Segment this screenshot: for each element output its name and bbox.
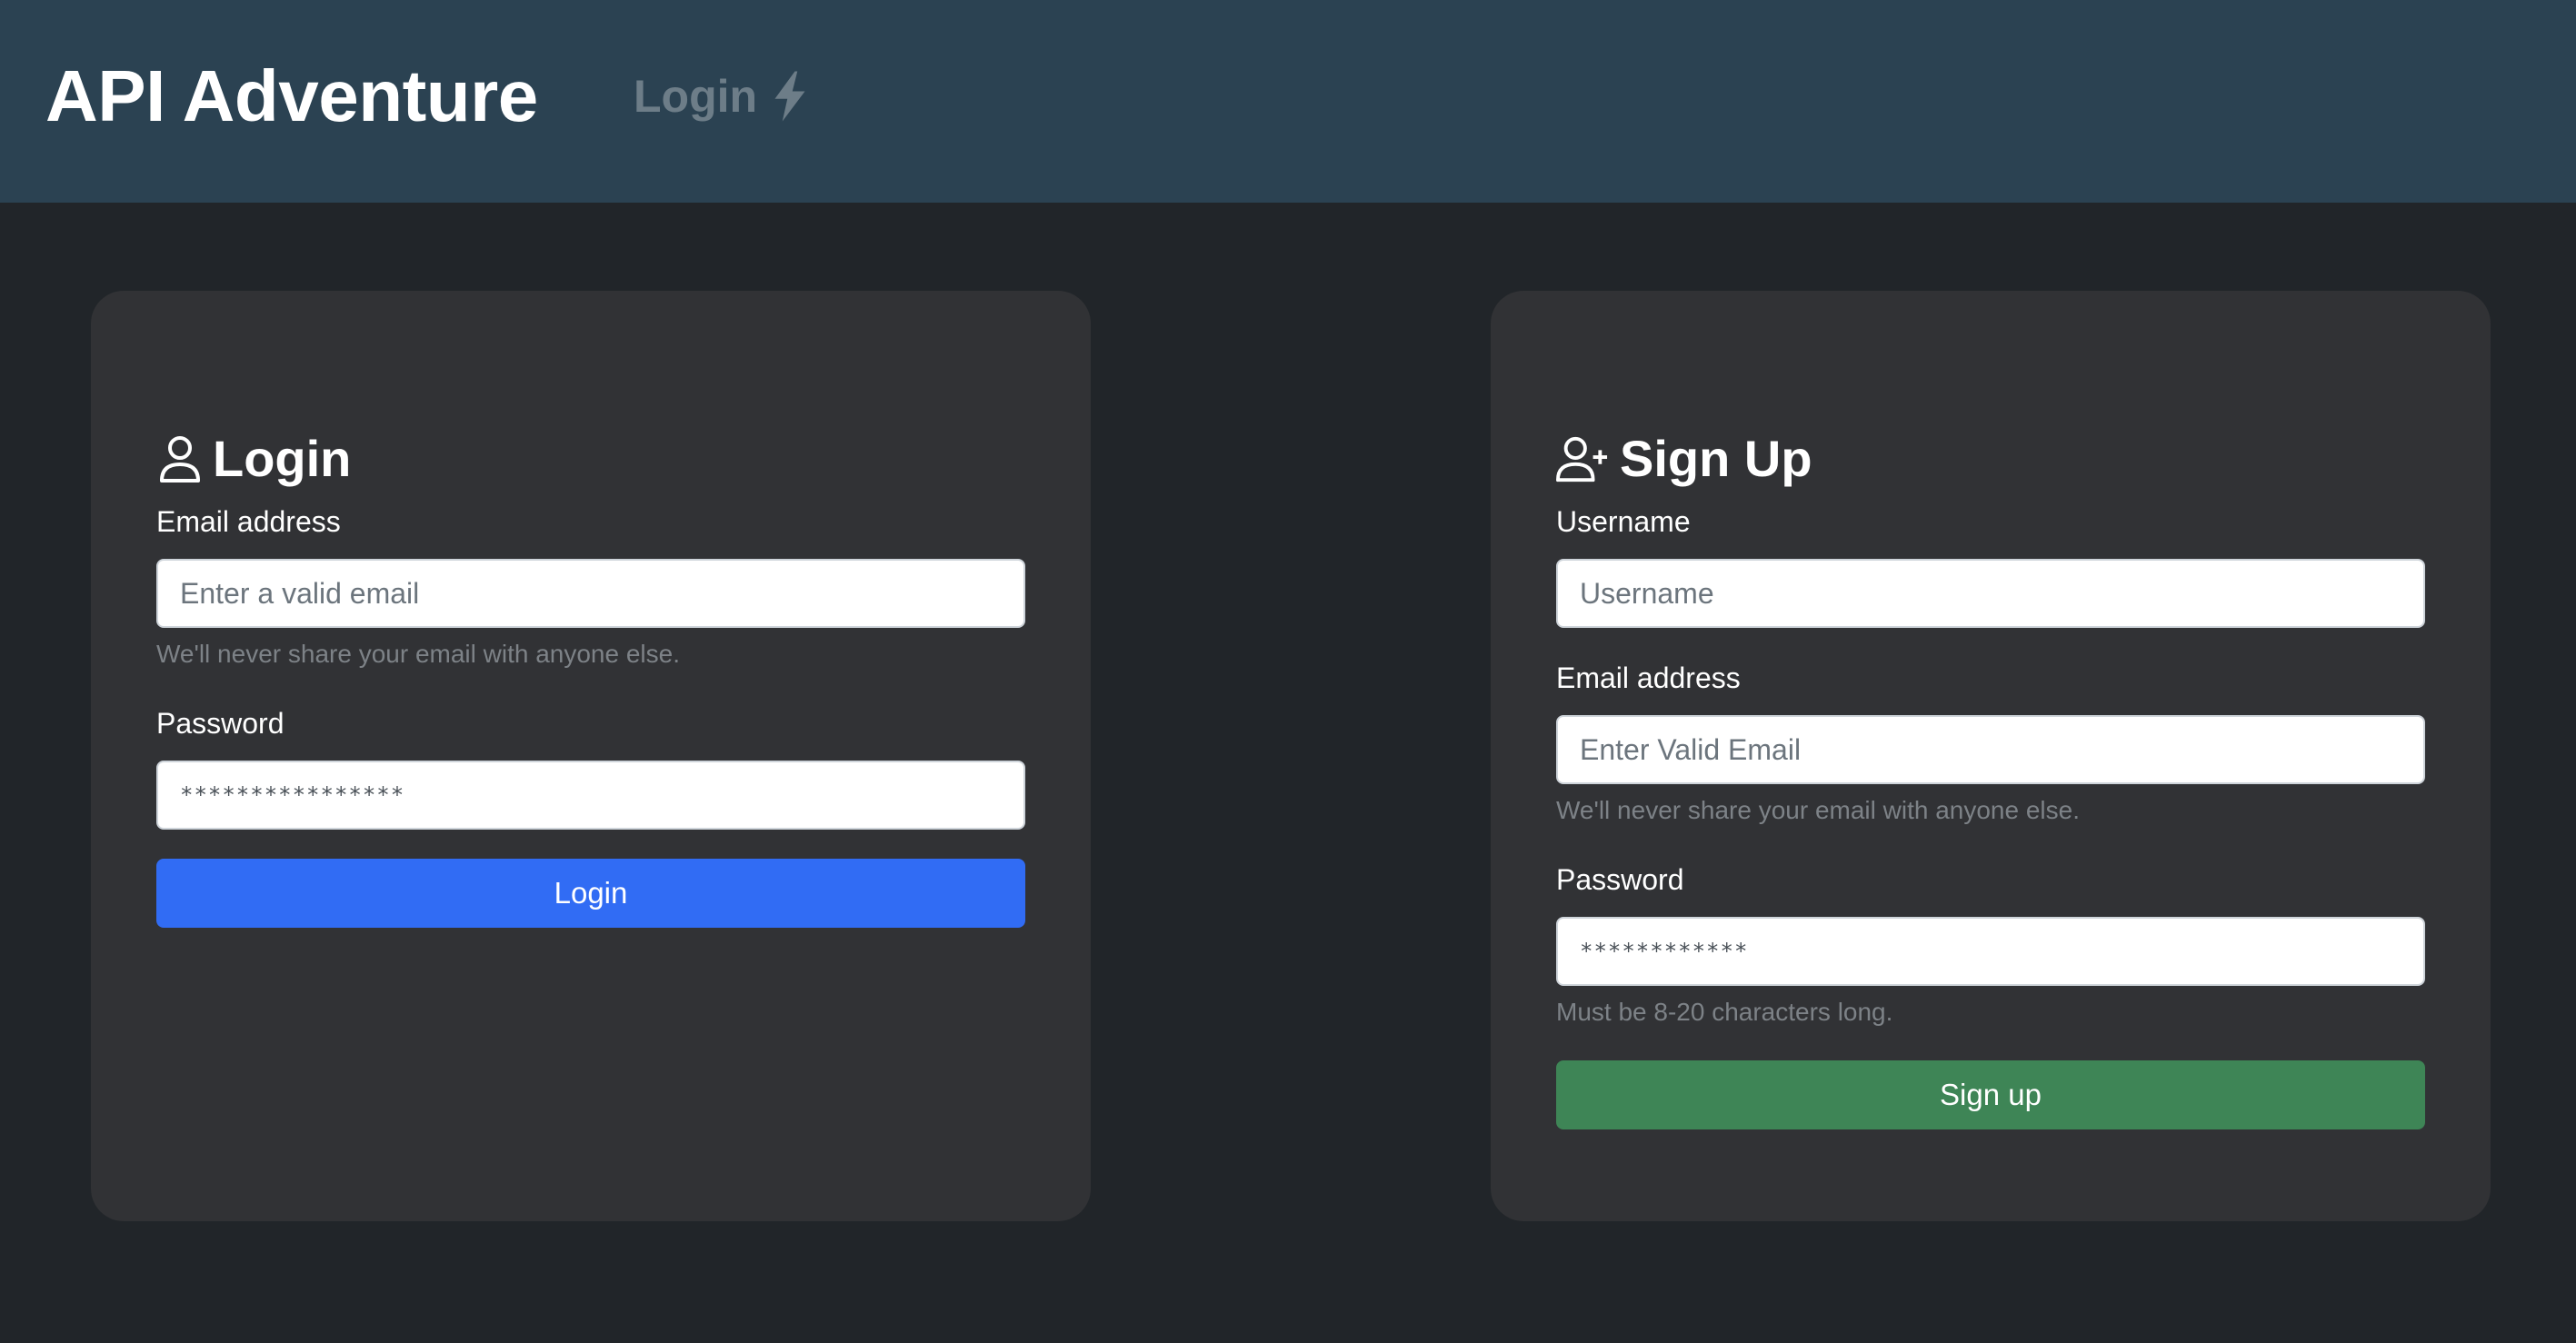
navbar: API Adventure Login bbox=[0, 0, 2576, 203]
signup-card: Sign Up Username Email address We'll nev… bbox=[1491, 291, 2491, 1221]
signup-email-label: Email address bbox=[1556, 662, 1741, 694]
login-password-input[interactable] bbox=[156, 761, 1025, 830]
lightning-icon bbox=[774, 71, 805, 122]
brand-title[interactable]: API Adventure bbox=[45, 51, 538, 142]
signup-email-help: We'll never share your email with anyone… bbox=[1556, 796, 2080, 824]
login-password-label: Password bbox=[156, 707, 285, 740]
login-title: Login bbox=[213, 430, 352, 487]
signup-username-label: Username bbox=[1556, 505, 1691, 538]
signup-heading: Sign Up bbox=[1556, 427, 1812, 491]
nav-link-login[interactable]: Login bbox=[634, 64, 810, 129]
signup-password-label: Password bbox=[1556, 863, 1684, 896]
signup-username-input[interactable] bbox=[1556, 559, 2425, 628]
signup-email-input[interactable] bbox=[1556, 715, 2425, 784]
person-plus-icon bbox=[1556, 436, 1608, 482]
signup-password-input[interactable] bbox=[1556, 917, 2425, 986]
login-button[interactable]: Login bbox=[156, 859, 1025, 928]
nav-link-label: Login bbox=[634, 71, 758, 122]
signup-title: Sign Up bbox=[1620, 430, 1812, 487]
signup-password-help: Must be 8-20 characters long. bbox=[1556, 998, 1893, 1026]
login-card: Login Email address We'll never share yo… bbox=[91, 291, 1091, 1221]
login-heading: Login bbox=[158, 427, 351, 491]
login-email-input[interactable] bbox=[156, 559, 1025, 628]
signup-button[interactable]: Sign up bbox=[1556, 1060, 2425, 1129]
person-icon bbox=[160, 436, 200, 482]
login-email-label: Email address bbox=[156, 505, 341, 538]
login-email-help: We'll never share your email with anyone… bbox=[156, 640, 680, 668]
